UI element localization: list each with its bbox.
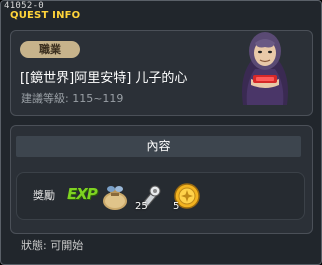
gold-coin-count: 5 xyxy=(173,201,180,212)
status-value: 可開始 xyxy=(50,239,84,252)
quest-info-window: 41052-0 QUEST INFO 職業 [[鏡世界]阿里安特] 儿子的心 建… xyxy=(0,0,322,265)
quest-name: [[鏡世界]阿里安特] 儿子的心 xyxy=(20,71,188,86)
job-badge: 職業 xyxy=(20,41,80,58)
tool-item-count: 25 xyxy=(135,201,148,212)
npc-portrait-icon xyxy=(242,32,288,105)
content-header: 內容 xyxy=(16,136,301,157)
recommended-level: 建議等級: 115~119 xyxy=(21,90,123,106)
quest-status: 狀態: 可開始 xyxy=(21,237,83,253)
level-label: 建議等級: xyxy=(21,92,69,105)
window-title: QUEST INFO xyxy=(10,10,81,21)
exp-icon[interactable]: EXP xyxy=(67,185,98,203)
status-label: 狀態: xyxy=(21,239,47,252)
level-range: 115~119 xyxy=(72,92,124,105)
reward-label: 獎勵 xyxy=(33,189,55,202)
money-bag-icon[interactable] xyxy=(100,181,130,211)
